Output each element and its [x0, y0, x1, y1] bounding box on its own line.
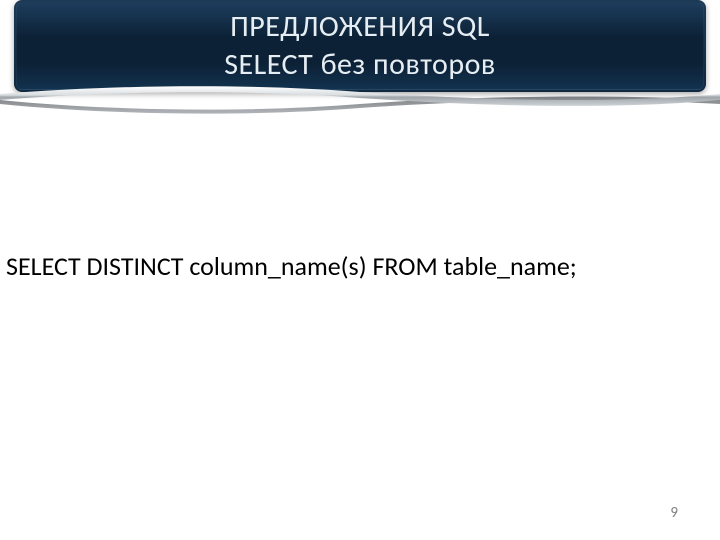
sql-statement: SELECT DISTINCT column_name(s) FROM tabl… — [6, 250, 714, 282]
slide-title: ПРЕДЛОЖЕНИЯ SQL SELECT без повторов — [0, 8, 720, 83]
title-banner: ПРЕДЛОЖЕНИЯ SQL SELECT без повторов — [0, 0, 720, 110]
page-number: 9 — [670, 504, 678, 522]
title-line-1: ПРЕДЛОЖЕНИЯ SQL — [230, 8, 490, 45]
title-line-2: SELECT без повторов — [224, 46, 496, 83]
